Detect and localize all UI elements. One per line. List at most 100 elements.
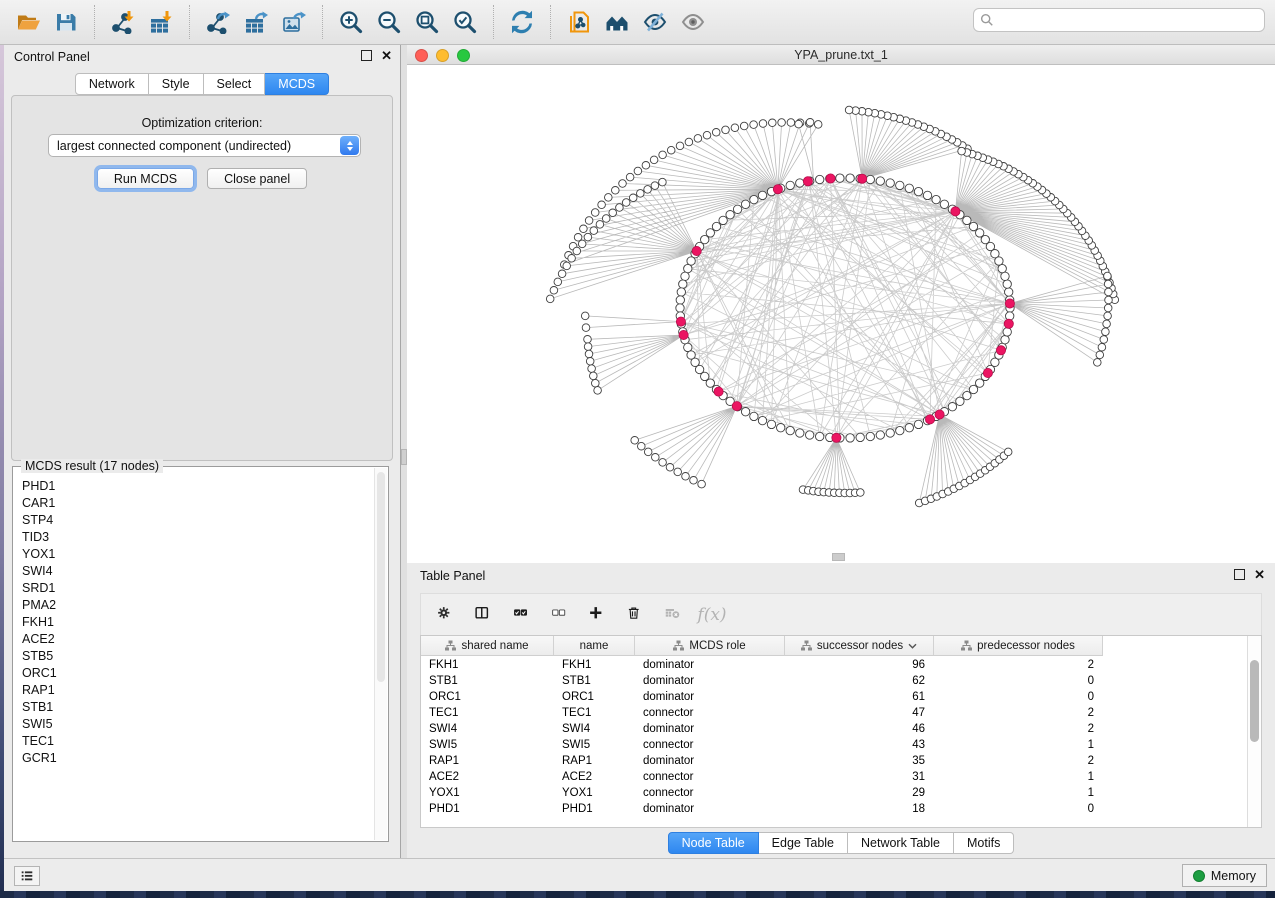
mcds-result-list[interactable]: PHD1CAR1STP4TID3YOX1SWI4SRD1PMA2FKH1ACE2… (13, 477, 374, 839)
mcds-result-item[interactable]: STB1 (13, 698, 374, 715)
mcds-result-item[interactable]: TID3 (13, 528, 374, 545)
mcds-result-item[interactable]: CAR1 (13, 494, 374, 511)
save-session-button[interactable] (47, 6, 85, 38)
table-settings-button[interactable] (431, 600, 461, 630)
tab-mcds[interactable]: MCDS (265, 73, 329, 95)
apply-layout-icon (510, 10, 534, 34)
export-image-button[interactable] (275, 6, 313, 38)
criterion-select[interactable]: largest connected component (undirected) (48, 134, 361, 157)
shared-column-icon (445, 640, 456, 651)
mcds-result-item[interactable]: FKH1 (13, 613, 374, 630)
table-row[interactable]: TEC1TEC1connector472 (421, 705, 1247, 721)
network-from-selection-button[interactable] (560, 6, 598, 38)
tab-motifs[interactable]: Motifs (954, 832, 1014, 854)
select-stepper-icon (340, 136, 359, 155)
cell-MCDS-role: dominator (635, 755, 785, 767)
import-network-button[interactable] (104, 6, 142, 38)
show-all-button[interactable] (674, 6, 712, 38)
shared-column-icon (801, 640, 812, 651)
tab-network-table[interactable]: Network Table (848, 832, 954, 854)
delete-row-icon (627, 606, 645, 624)
hide-selected-button[interactable] (636, 6, 674, 38)
zoom-selected-button[interactable] (446, 6, 484, 38)
mcds-result-item[interactable]: RAP1 (13, 681, 374, 698)
task-history-button[interactable] (14, 866, 40, 886)
mcds-result-item[interactable]: SWI5 (13, 715, 374, 732)
cell-successor-nodes: 31 (785, 771, 934, 783)
export-image-icon (282, 10, 306, 34)
table-row[interactable]: FKH1FKH1dominator962 (421, 657, 1247, 673)
search-input[interactable] (999, 12, 1258, 28)
table-row[interactable]: RAP1RAP1dominator352 (421, 753, 1247, 769)
function-builder-button[interactable]: f(x) (697, 600, 727, 630)
apply-layout-button[interactable] (503, 6, 541, 38)
run-mcds-button[interactable]: Run MCDS (97, 168, 194, 189)
mcds-list-scrollbar[interactable] (374, 468, 387, 840)
column-header-name[interactable]: name (554, 636, 635, 656)
shared-column-icon (961, 640, 972, 651)
table-close-panel-icon[interactable]: ✕ (1254, 569, 1265, 580)
tab-edge-table[interactable]: Edge Table (759, 832, 848, 854)
export-network-button[interactable] (199, 6, 237, 38)
memory-button[interactable]: Memory (1182, 864, 1267, 887)
table-row[interactable]: SWI4SWI4dominator462 (421, 721, 1247, 737)
column-header-successor-nodes[interactable]: successor nodes (785, 636, 934, 656)
mcds-result-item[interactable]: GCR1 (13, 749, 374, 766)
cell-name: RAP1 (554, 755, 635, 767)
table-row[interactable]: SWI5SWI5connector431 (421, 737, 1247, 753)
ndex-browse-button[interactable] (598, 6, 636, 38)
mcds-result-item[interactable]: YOX1 (13, 545, 374, 562)
mcds-result-item[interactable]: SWI4 (13, 562, 374, 579)
network-canvas[interactable] (407, 65, 1275, 563)
open-session-button[interactable] (9, 6, 47, 38)
mcds-result-item[interactable]: ORC1 (13, 664, 374, 681)
zoom-in-icon (339, 10, 363, 34)
mcds-result-group: MCDS result (17 nodes) PHD1CAR1STP4TID3Y… (12, 466, 389, 842)
search-box[interactable] (973, 8, 1265, 32)
mcds-result-item[interactable]: STB5 (13, 647, 374, 664)
network-view-panel: YPA_prune.txt_1 (407, 45, 1275, 563)
delete-row-button[interactable] (621, 600, 651, 630)
mcds-result-item[interactable]: TEC1 (13, 732, 374, 749)
tab-network[interactable]: Network (75, 73, 149, 95)
mcds-result-item[interactable]: PMA2 (13, 596, 374, 613)
column-header-shared-name[interactable]: shared name (421, 636, 554, 656)
show-columns-button[interactable] (469, 600, 499, 630)
cell-name: TEC1 (554, 707, 635, 719)
export-table-button[interactable] (237, 6, 275, 38)
column-header-MCDS-role[interactable]: MCDS role (635, 636, 785, 656)
delete-table-button[interactable] (659, 600, 689, 630)
float-window-icon[interactable] (361, 50, 372, 61)
table-row[interactable]: ACE2ACE2connector311 (421, 769, 1247, 785)
mcds-result-item[interactable]: ACE2 (13, 630, 374, 647)
horizontal-splitter-handle[interactable] (832, 553, 845, 561)
zoom-fit-button[interactable] (408, 6, 446, 38)
table-row[interactable]: PHD1PHD1dominator180 (421, 801, 1247, 817)
deselect-all-button[interactable] (545, 600, 575, 630)
toolbar-group (189, 5, 322, 39)
tab-node-table[interactable]: Node Table (668, 832, 759, 854)
select-all-button[interactable] (507, 600, 537, 630)
close-panel-icon[interactable]: ✕ (381, 50, 392, 61)
column-header-predecessor-nodes[interactable]: predecessor nodes (934, 636, 1103, 656)
mcds-result-item[interactable]: SRD1 (13, 579, 374, 596)
mcds-result-item[interactable]: PHD1 (13, 477, 374, 494)
import-table-button[interactable] (142, 6, 180, 38)
tab-select[interactable]: Select (204, 73, 266, 95)
table-row[interactable]: ORC1ORC1dominator610 (421, 689, 1247, 705)
mcds-result-item[interactable]: STP4 (13, 511, 374, 528)
table-scrollbar-thumb[interactable] (1250, 660, 1259, 742)
cell-shared-name: RAP1 (421, 755, 554, 767)
status-bar: Memory (4, 858, 1275, 891)
table-scrollbar[interactable] (1247, 636, 1261, 827)
table-row[interactable]: YOX1YOX1connector291 (421, 785, 1247, 801)
zoom-in-button[interactable] (332, 6, 370, 38)
zoom-out-button[interactable] (370, 6, 408, 38)
table-float-window-icon[interactable] (1234, 569, 1245, 580)
network-window-titlebar[interactable]: YPA_prune.txt_1 (407, 45, 1275, 65)
zoom-selected-icon (453, 10, 477, 34)
tab-style[interactable]: Style (149, 73, 204, 95)
add-row-button[interactable] (583, 600, 613, 630)
table-row[interactable]: STB1STB1dominator620 (421, 673, 1247, 689)
close-panel-button[interactable]: Close panel (207, 168, 307, 189)
